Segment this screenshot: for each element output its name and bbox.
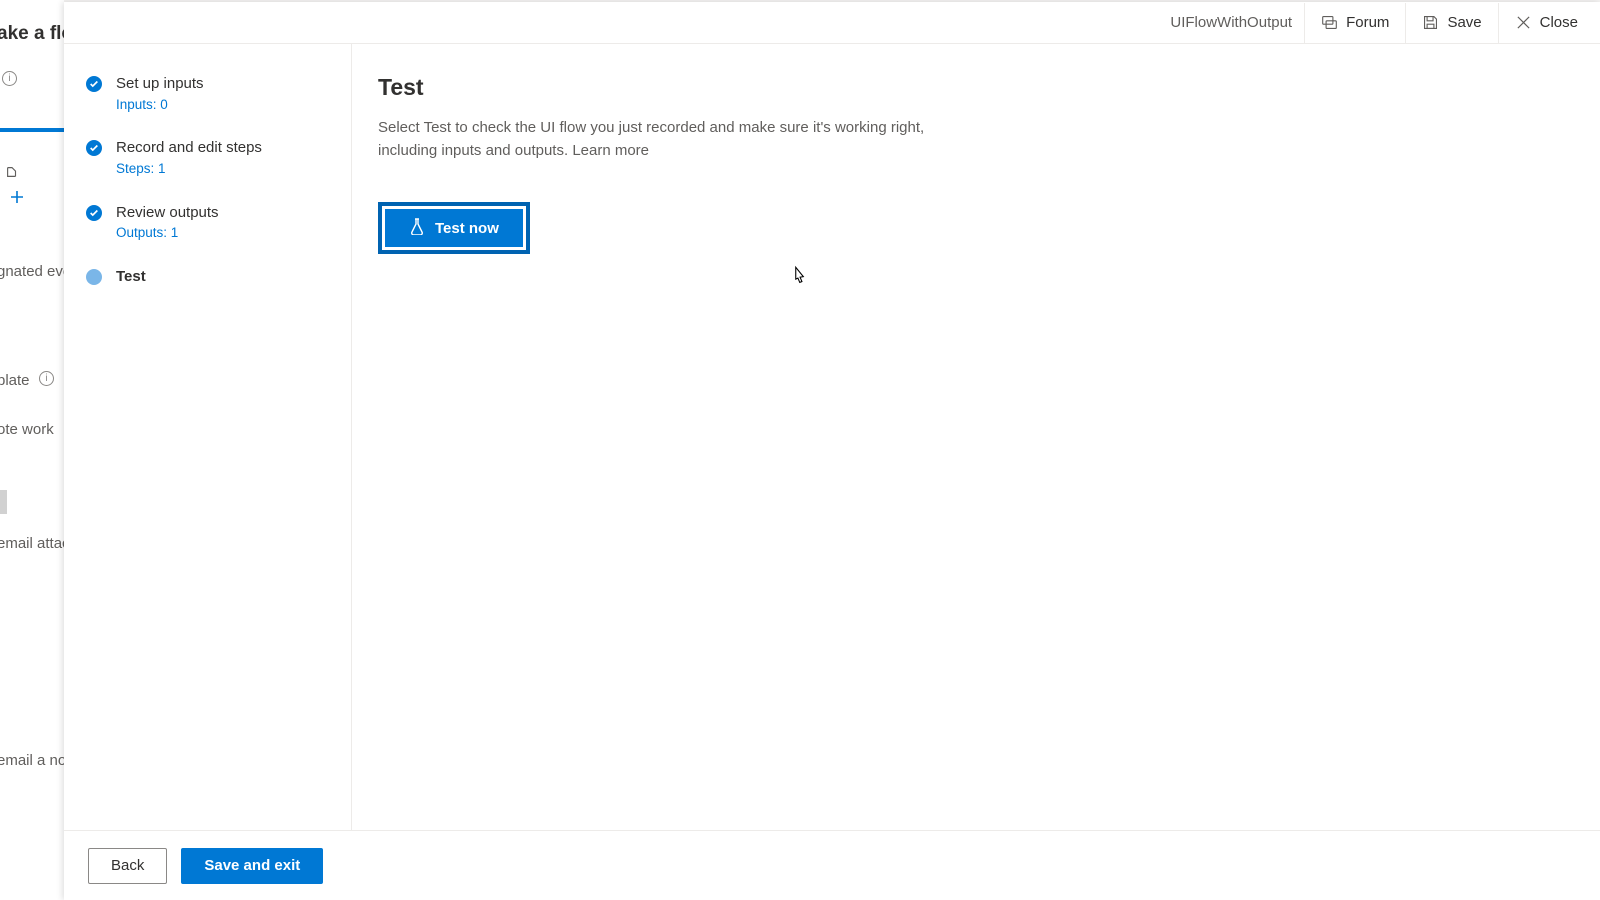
step-sub: Outputs: 1: [116, 224, 219, 243]
step-current-icon: [86, 269, 102, 285]
info-icon: i: [2, 71, 17, 86]
save-icon: [1422, 14, 1439, 31]
step-label: Test: [116, 267, 146, 287]
step-record-edit[interactable]: Record and edit steps Steps: 1: [64, 132, 351, 196]
save-and-exit-button[interactable]: Save and exit: [181, 848, 323, 884]
step-complete-icon: [86, 76, 102, 92]
step-sub: Inputs: 0: [116, 96, 204, 115]
bg-thumbnail: [0, 490, 7, 514]
flow-name: UIFlowWithOutput: [1170, 14, 1292, 31]
bg-text-fragment: plate: [0, 372, 30, 389]
pointer-cursor-icon: [788, 264, 810, 290]
bg-progress-bar: [0, 128, 64, 132]
step-label: Record and edit steps: [116, 138, 262, 158]
flask-icon: [409, 217, 425, 239]
test-now-focus-ring: Test now: [378, 202, 530, 254]
step-label: Set up inputs: [116, 74, 204, 94]
step-label: Review outputs: [116, 203, 219, 223]
save-button[interactable]: Save: [1406, 3, 1497, 43]
forum-button[interactable]: Forum: [1305, 3, 1405, 43]
branch-icon: [5, 165, 19, 179]
bg-title-fragment: ake a flo: [0, 23, 73, 45]
test-now-label: Test now: [435, 220, 499, 237]
bg-text-fragment: ote work: [0, 421, 54, 438]
step-setup-inputs[interactable]: Set up inputs Inputs: 0: [64, 68, 351, 132]
forum-icon: [1321, 14, 1338, 31]
steps-rail: Set up inputs Inputs: 0 Record and edit …: [64, 44, 352, 830]
step-review-outputs[interactable]: Review outputs Outputs: 1: [64, 197, 351, 261]
panel-header: UIFlowWithOutput Forum Save Close: [64, 2, 1600, 44]
forum-label: Forum: [1346, 14, 1389, 31]
learn-more-link[interactable]: Learn more: [572, 142, 649, 159]
close-label: Close: [1540, 14, 1578, 31]
plus-icon[interactable]: [9, 189, 25, 205]
wizard-panel: UIFlowWithOutput Forum Save Close: [64, 2, 1600, 900]
back-button[interactable]: Back: [88, 848, 167, 884]
save-label: Save: [1447, 14, 1481, 31]
step-complete-icon: [86, 140, 102, 156]
info-icon: i: [39, 371, 54, 386]
panel-footer: Back Save and exit: [64, 830, 1600, 900]
step-complete-icon: [86, 205, 102, 221]
bg-text-fragment: email a no: [0, 752, 66, 769]
step-test[interactable]: Test: [64, 261, 351, 305]
close-button[interactable]: Close: [1499, 3, 1594, 43]
page-title: Test: [378, 74, 1574, 101]
test-now-button[interactable]: Test now: [385, 209, 523, 247]
step-sub: Steps: 1: [116, 160, 262, 179]
content-area: Test Select Test to check the UI flow yo…: [352, 44, 1600, 830]
bg-text-fragment: email attac: [0, 535, 70, 552]
page-description: Select Test to check the UI flow you jus…: [378, 117, 978, 162]
close-icon: [1515, 14, 1532, 31]
